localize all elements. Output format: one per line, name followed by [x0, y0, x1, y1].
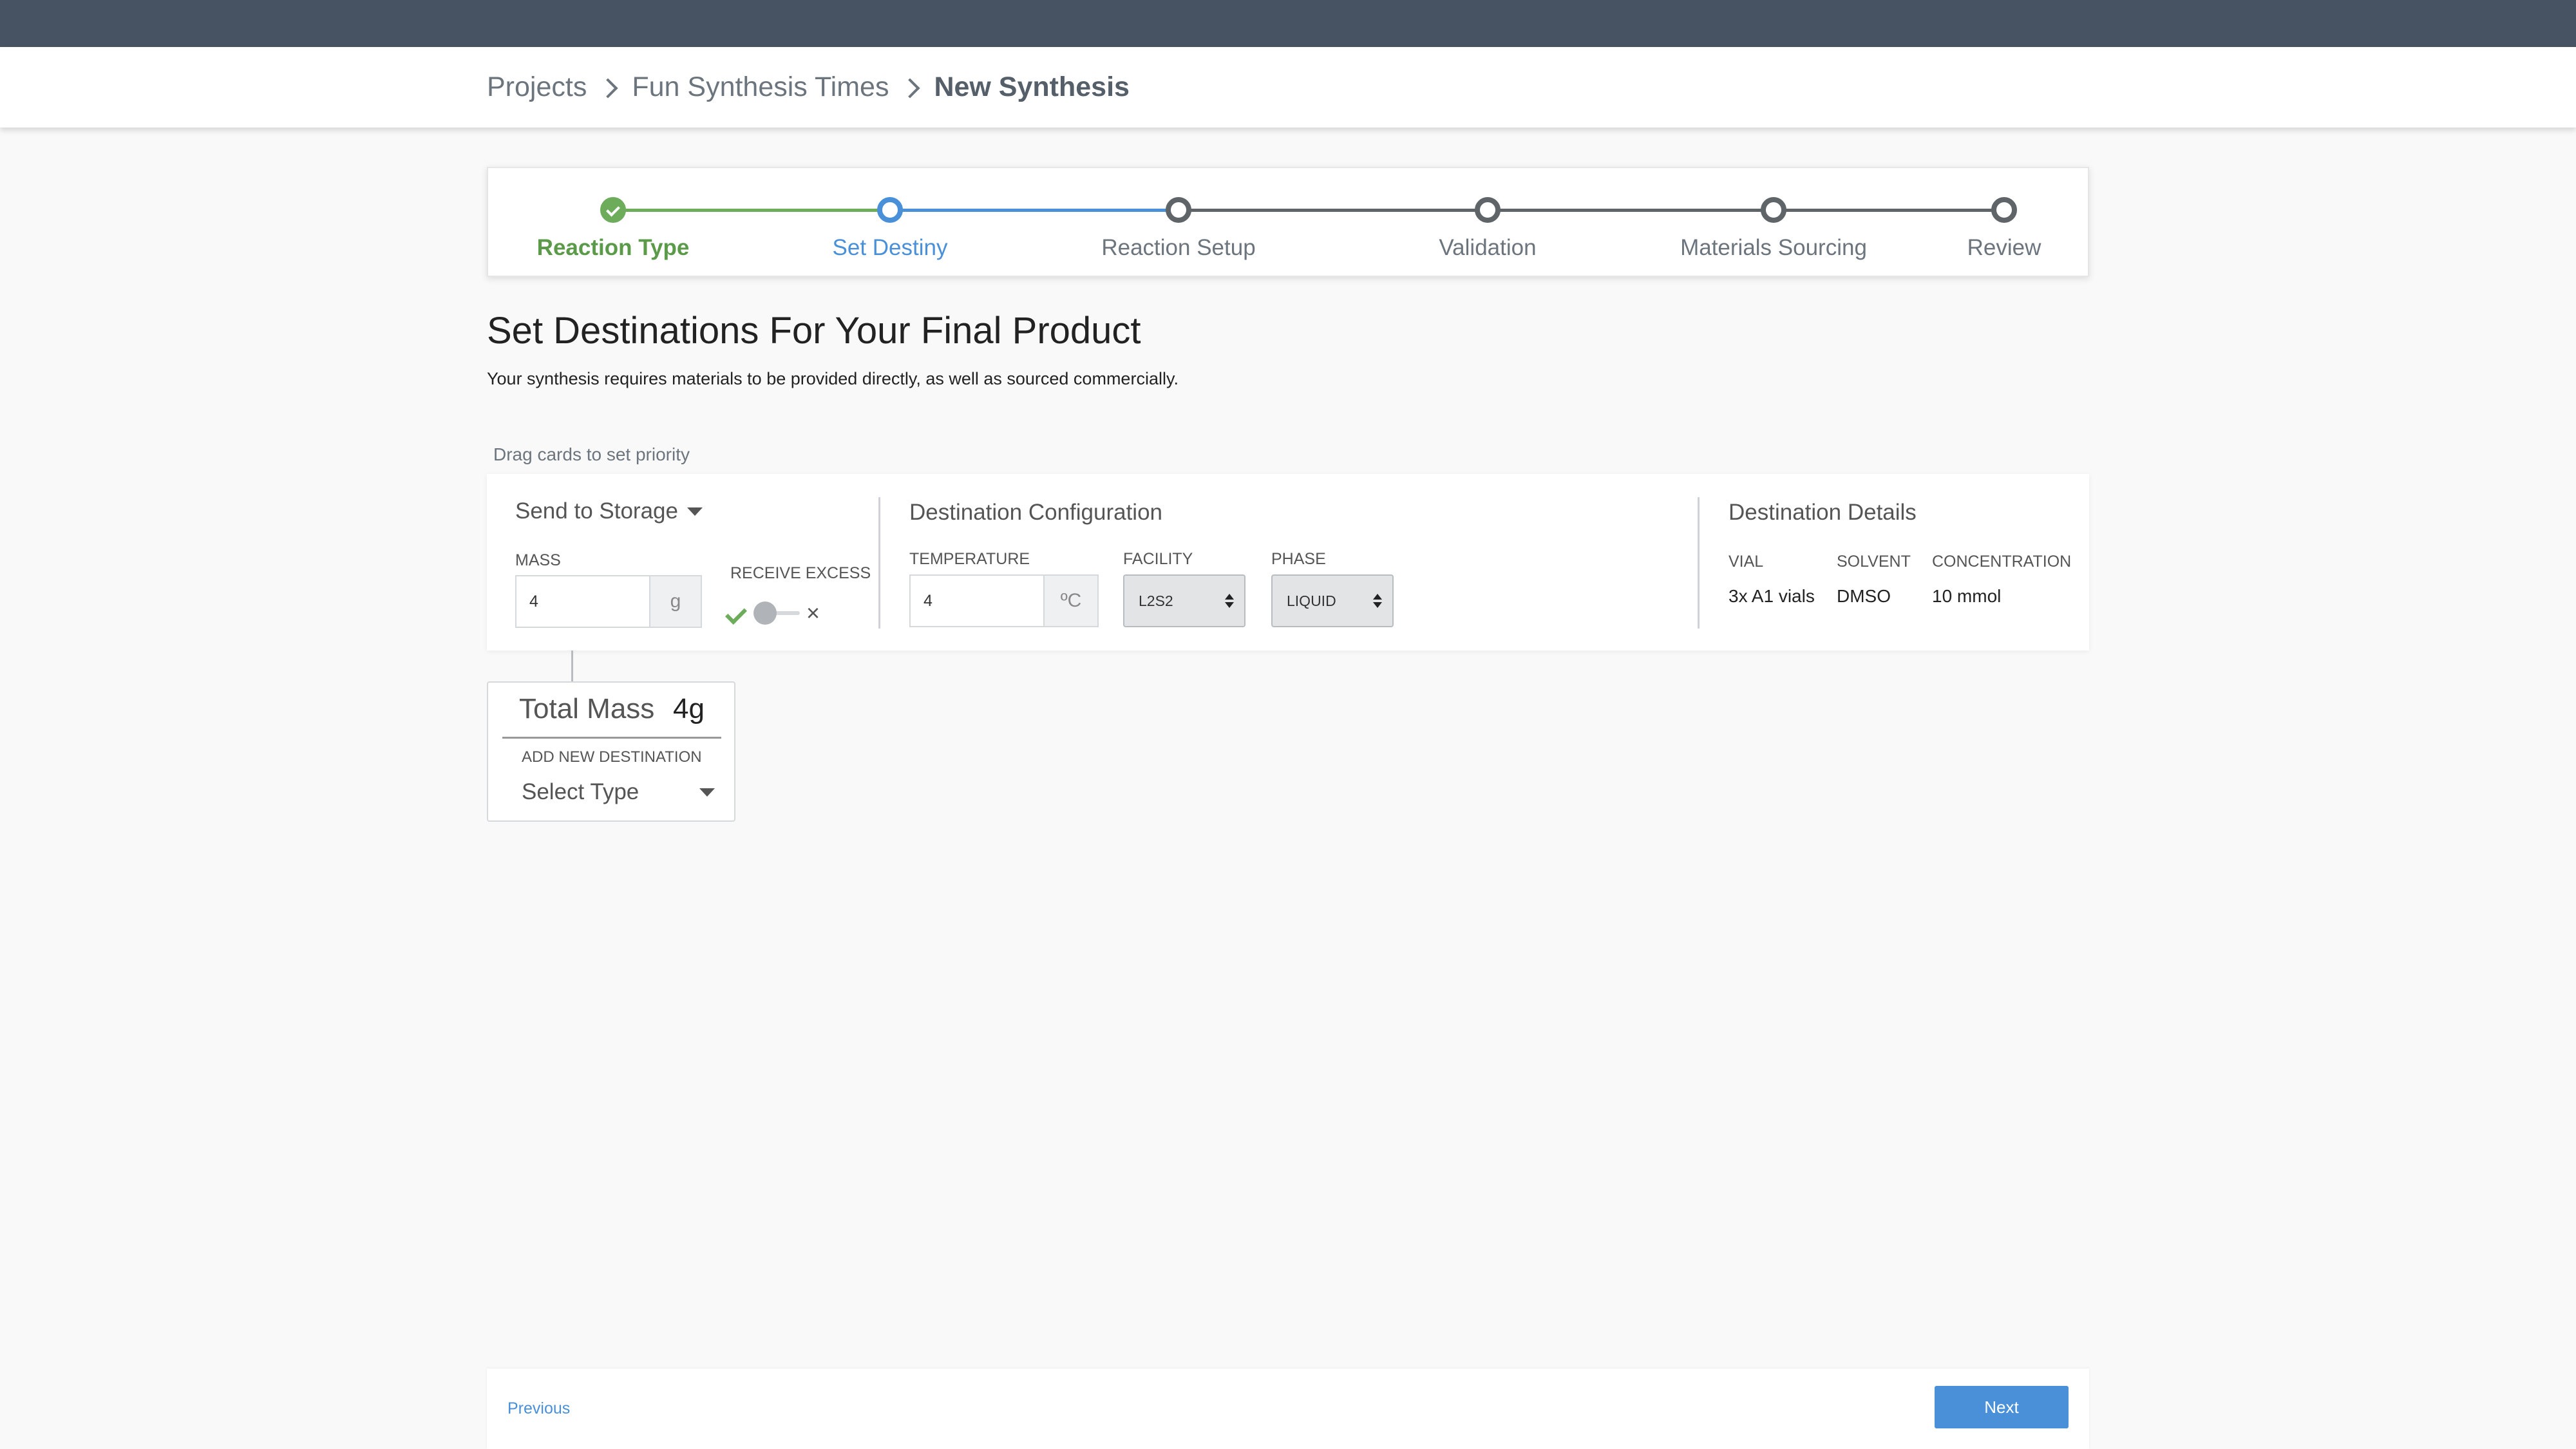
page-subtitle: Your synthesis requires materials to be … [487, 369, 1179, 388]
step-node-icon [1166, 197, 1191, 223]
select-type-dropdown[interactable]: Select Type [522, 779, 715, 805]
total-mass-card: Total Mass 4g ADD NEW DESTINATION Select… [487, 681, 735, 822]
breadcrumb-current: New Synthesis [934, 71, 1130, 102]
drag-hint: Drag cards to set priority [493, 444, 690, 464]
concentration-label: CONCENTRATION [1932, 553, 2072, 571]
select-type-label: Select Type [522, 779, 639, 804]
next-button[interactable]: Next [1935, 1386, 2069, 1428]
divider [1698, 497, 1700, 629]
receive-excess-label: RECEIVE EXCESS [730, 564, 871, 582]
check-icon [725, 603, 747, 625]
select-arrows-icon [1373, 594, 1382, 609]
step-node-icon [877, 197, 903, 223]
temperature-input[interactable]: 4 [909, 574, 1045, 627]
vial-label: VIAL [1728, 553, 1764, 571]
send-to-storage-dropdown[interactable]: Send to Storage [515, 498, 703, 524]
page-title: Set Destinations For Your Final Product [487, 310, 1141, 352]
toggle-knob[interactable] [753, 601, 777, 625]
step-review: Review [1967, 235, 2041, 260]
facility-value: L2S2 [1139, 592, 1173, 609]
facility-label: FACILITY [1123, 550, 1193, 568]
facility-select[interactable]: L2S2 [1123, 574, 1245, 627]
step-reaction-type[interactable]: Reaction Type [537, 235, 690, 261]
concentration-value: 10 mmol [1932, 586, 2002, 606]
send-select-label: Send to Storage [515, 498, 678, 524]
step-connector-pending [1179, 209, 2002, 212]
chevron-right-icon [900, 77, 922, 99]
phase-select[interactable]: LIQUID [1271, 574, 1394, 627]
solvent-label: SOLVENT [1837, 553, 1911, 571]
step-node-icon [1761, 197, 1786, 223]
divider [502, 737, 721, 739]
step-materials-sourcing: Materials Sourcing [1680, 235, 1867, 260]
caret-down-icon [699, 788, 715, 797]
card-connector [571, 650, 573, 683]
phase-value: LIQUID [1287, 592, 1336, 609]
top-nav-bar [0, 0, 2576, 47]
temperature-label: TEMPERATURE [909, 550, 1030, 568]
details-heading: Destination Details [1728, 500, 1917, 525]
mass-label: MASS [515, 551, 561, 569]
destination-card[interactable]: Send to Storage MASS 4 g RECEIVE EXCESS … [487, 474, 2089, 650]
phase-label: PHASE [1271, 550, 1326, 568]
close-icon: × [806, 600, 820, 626]
mass-input[interactable]: 4 [515, 575, 650, 628]
step-validation: Validation [1439, 235, 1537, 260]
step-node-icon [1475, 197, 1501, 223]
progress-stepper: Reaction Type Set Destiny Reaction Setup… [487, 167, 2089, 277]
config-heading: Destination Configuration [909, 500, 1163, 525]
total-mass-value: 4g [673, 693, 705, 724]
select-arrows-icon [1225, 594, 1234, 609]
divider [878, 497, 880, 629]
caret-down-icon [687, 507, 703, 516]
previous-button[interactable]: Previous [507, 1399, 570, 1418]
add-destination-label: ADD NEW DESTINATION [522, 748, 702, 766]
step-set-destiny[interactable]: Set Destiny [833, 235, 948, 261]
temperature-unit: ºC [1045, 574, 1099, 627]
breadcrumb-bar: Projects Fun Synthesis Times New Synthes… [0, 47, 2576, 128]
breadcrumb-projects[interactable]: Projects [487, 71, 587, 103]
solvent-value: DMSO [1837, 586, 1891, 606]
step-node-icon [1991, 197, 2017, 223]
chevron-right-icon [598, 77, 620, 99]
step-connector-active [890, 209, 1179, 212]
footer-bar: Previous Next [487, 1368, 2089, 1449]
breadcrumb-project[interactable]: Fun Synthesis Times [632, 71, 889, 103]
step-check-icon [600, 197, 626, 223]
mass-unit: g [650, 575, 702, 628]
step-connector-done [613, 209, 890, 212]
total-mass-label: Total Mass [519, 693, 655, 724]
breadcrumb: Projects Fun Synthesis Times New Synthes… [487, 71, 1130, 103]
vial-value: 3x A1 vials [1728, 586, 1815, 606]
receive-excess-toggle[interactable]: × [725, 600, 833, 626]
step-reaction-setup: Reaction Setup [1101, 235, 1256, 260]
